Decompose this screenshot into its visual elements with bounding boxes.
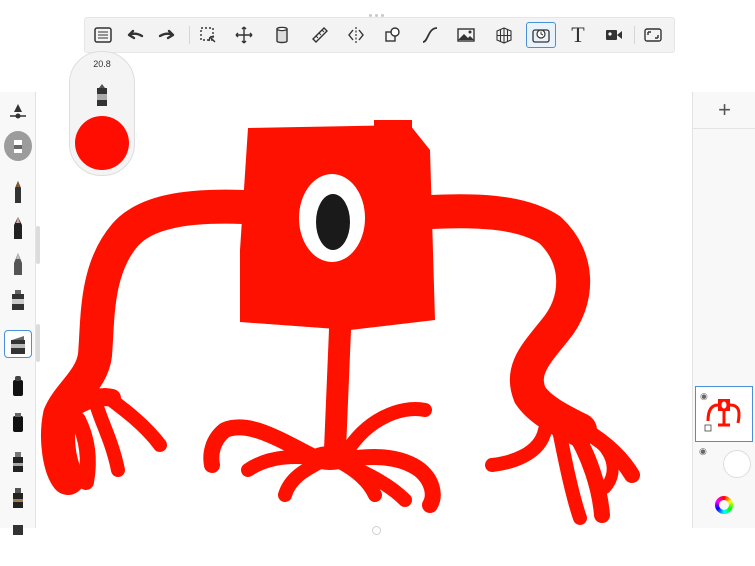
brush-library-panel xyxy=(0,92,36,535)
brush-panel-handle-upper[interactable] xyxy=(36,226,40,264)
marker-icon[interactable] xyxy=(4,286,32,314)
soft-eraser-icon[interactable] xyxy=(4,448,32,476)
layer-2-thumbnail[interactable]: ◉ xyxy=(695,442,753,498)
layer-panel: + ◉ ◉ xyxy=(692,92,755,528)
brush-preview-icon xyxy=(97,84,107,106)
visibility-eye-icon[interactable]: ◉ xyxy=(699,446,707,457)
brush-panel-handle-lower[interactable] xyxy=(36,324,40,362)
brush-settings-icon[interactable] xyxy=(4,98,32,126)
layer-1-preview xyxy=(704,399,741,432)
monster-pupil xyxy=(316,194,350,250)
flat-brush-icon[interactable] xyxy=(4,372,32,400)
chisel-marker-icon[interactable] xyxy=(4,330,32,358)
pencil-icon[interactable] xyxy=(4,250,32,278)
gouache-icon[interactable] xyxy=(4,516,32,544)
ink-pen-icon[interactable] xyxy=(4,214,32,242)
airbrush-icon[interactable] xyxy=(4,131,32,161)
paint-brush-icon[interactable] xyxy=(4,178,32,206)
bottom-grip-handle[interactable] xyxy=(372,526,381,535)
monster-feet xyxy=(306,446,354,470)
brush-puck[interactable]: 20.8 xyxy=(69,51,135,176)
layer-1-thumbnail[interactable]: ◉ xyxy=(695,386,753,442)
round-brush-icon[interactable] xyxy=(4,408,32,436)
monster-body-top xyxy=(374,120,412,140)
brush-size-value: 20.8 xyxy=(93,59,111,69)
empty-layer-preview xyxy=(723,450,751,478)
felt-tip-icon[interactable] xyxy=(4,484,32,512)
color-swatch[interactable] xyxy=(75,116,129,170)
add-layer-button[interactable]: + xyxy=(693,92,755,129)
color-wheel-icon[interactable] xyxy=(715,496,733,514)
